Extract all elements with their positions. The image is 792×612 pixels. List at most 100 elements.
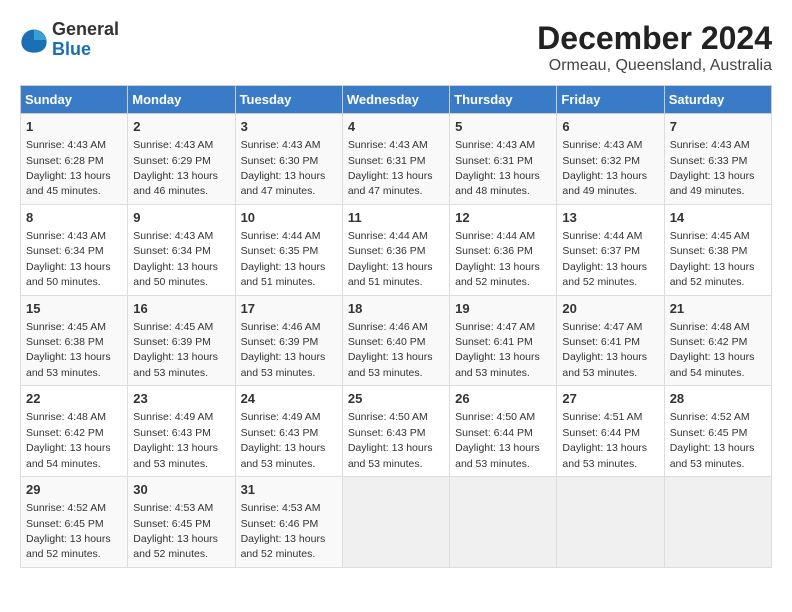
daylight-text: Daylight: 13 hours and 50 minutes. bbox=[133, 261, 218, 288]
sunset-text: Sunset: 6:29 PM bbox=[133, 155, 211, 167]
sunrise-text: Sunrise: 4:48 AM bbox=[670, 321, 750, 333]
day-number: 27 bbox=[562, 390, 658, 408]
sunset-text: Sunset: 6:34 PM bbox=[133, 245, 211, 257]
sunset-text: Sunset: 6:41 PM bbox=[455, 336, 533, 348]
sunset-text: Sunset: 6:43 PM bbox=[241, 427, 319, 439]
table-row: 17 Sunrise: 4:46 AM Sunset: 6:39 PM Dayl… bbox=[235, 295, 342, 386]
sunset-text: Sunset: 6:43 PM bbox=[348, 427, 426, 439]
daylight-text: Daylight: 13 hours and 54 minutes. bbox=[26, 442, 111, 469]
daylight-text: Daylight: 13 hours and 51 minutes. bbox=[348, 261, 433, 288]
sunset-text: Sunset: 6:36 PM bbox=[455, 245, 533, 257]
sunrise-text: Sunrise: 4:43 AM bbox=[241, 139, 321, 151]
day-number: 20 bbox=[562, 300, 658, 318]
logo-text: General Blue bbox=[52, 20, 119, 60]
sunrise-text: Sunrise: 4:48 AM bbox=[26, 411, 106, 423]
sunrise-text: Sunrise: 4:43 AM bbox=[26, 230, 106, 242]
table-row: 14 Sunrise: 4:45 AM Sunset: 6:38 PM Dayl… bbox=[664, 204, 771, 295]
day-number: 18 bbox=[348, 300, 444, 318]
sunset-text: Sunset: 6:31 PM bbox=[455, 155, 533, 167]
sunrise-text: Sunrise: 4:50 AM bbox=[348, 411, 428, 423]
daylight-text: Daylight: 13 hours and 53 minutes. bbox=[562, 351, 647, 378]
sunset-text: Sunset: 6:39 PM bbox=[241, 336, 319, 348]
sunset-text: Sunset: 6:28 PM bbox=[26, 155, 104, 167]
day-number: 28 bbox=[670, 390, 766, 408]
table-row: 30 Sunrise: 4:53 AM Sunset: 6:45 PM Dayl… bbox=[128, 477, 235, 568]
col-wednesday: Wednesday bbox=[342, 86, 449, 114]
calendar-row: 29 Sunrise: 4:52 AM Sunset: 6:45 PM Dayl… bbox=[21, 477, 772, 568]
sunset-text: Sunset: 6:37 PM bbox=[562, 245, 640, 257]
table-row: 23 Sunrise: 4:49 AM Sunset: 6:43 PM Dayl… bbox=[128, 386, 235, 477]
sunrise-text: Sunrise: 4:43 AM bbox=[133, 230, 213, 242]
daylight-text: Daylight: 13 hours and 53 minutes. bbox=[241, 351, 326, 378]
day-number: 21 bbox=[670, 300, 766, 318]
daylight-text: Daylight: 13 hours and 54 minutes. bbox=[670, 351, 755, 378]
table-row: 5 Sunrise: 4:43 AM Sunset: 6:31 PM Dayli… bbox=[450, 114, 557, 205]
daylight-text: Daylight: 13 hours and 52 minutes. bbox=[562, 261, 647, 288]
daylight-text: Daylight: 13 hours and 49 minutes. bbox=[562, 170, 647, 197]
daylight-text: Daylight: 13 hours and 52 minutes. bbox=[670, 261, 755, 288]
daylight-text: Daylight: 13 hours and 50 minutes. bbox=[26, 261, 111, 288]
sunrise-text: Sunrise: 4:52 AM bbox=[26, 502, 106, 514]
sunset-text: Sunset: 6:41 PM bbox=[562, 336, 640, 348]
daylight-text: Daylight: 13 hours and 53 minutes. bbox=[241, 442, 326, 469]
sunrise-text: Sunrise: 4:43 AM bbox=[670, 139, 750, 151]
day-number: 25 bbox=[348, 390, 444, 408]
day-number: 8 bbox=[26, 209, 122, 227]
table-row: 31 Sunrise: 4:53 AM Sunset: 6:46 PM Dayl… bbox=[235, 477, 342, 568]
table-row: 10 Sunrise: 4:44 AM Sunset: 6:35 PM Dayl… bbox=[235, 204, 342, 295]
calendar-row: 15 Sunrise: 4:45 AM Sunset: 6:38 PM Dayl… bbox=[21, 295, 772, 386]
sunrise-text: Sunrise: 4:46 AM bbox=[348, 321, 428, 333]
day-number: 26 bbox=[455, 390, 551, 408]
table-row: 11 Sunrise: 4:44 AM Sunset: 6:36 PM Dayl… bbox=[342, 204, 449, 295]
table-row: 18 Sunrise: 4:46 AM Sunset: 6:40 PM Dayl… bbox=[342, 295, 449, 386]
day-number: 9 bbox=[133, 209, 229, 227]
sunset-text: Sunset: 6:45 PM bbox=[133, 518, 211, 530]
daylight-text: Daylight: 13 hours and 53 minutes. bbox=[133, 351, 218, 378]
table-row: 3 Sunrise: 4:43 AM Sunset: 6:30 PM Dayli… bbox=[235, 114, 342, 205]
sunrise-text: Sunrise: 4:52 AM bbox=[670, 411, 750, 423]
sunrise-text: Sunrise: 4:44 AM bbox=[562, 230, 642, 242]
table-row bbox=[557, 477, 664, 568]
table-row: 27 Sunrise: 4:51 AM Sunset: 6:44 PM Dayl… bbox=[557, 386, 664, 477]
sunrise-text: Sunrise: 4:43 AM bbox=[348, 139, 428, 151]
sunrise-text: Sunrise: 4:53 AM bbox=[133, 502, 213, 514]
table-row bbox=[450, 477, 557, 568]
sunset-text: Sunset: 6:30 PM bbox=[241, 155, 319, 167]
sunrise-text: Sunrise: 4:44 AM bbox=[241, 230, 321, 242]
day-number: 17 bbox=[241, 300, 337, 318]
daylight-text: Daylight: 13 hours and 46 minutes. bbox=[133, 170, 218, 197]
daylight-text: Daylight: 13 hours and 53 minutes. bbox=[562, 442, 647, 469]
day-number: 1 bbox=[26, 118, 122, 136]
table-row: 15 Sunrise: 4:45 AM Sunset: 6:38 PM Dayl… bbox=[21, 295, 128, 386]
day-number: 10 bbox=[241, 209, 337, 227]
logo-blue: Blue bbox=[52, 40, 119, 60]
sunrise-text: Sunrise: 4:45 AM bbox=[670, 230, 750, 242]
sunset-text: Sunset: 6:43 PM bbox=[133, 427, 211, 439]
sunset-text: Sunset: 6:46 PM bbox=[241, 518, 319, 530]
table-row: 9 Sunrise: 4:43 AM Sunset: 6:34 PM Dayli… bbox=[128, 204, 235, 295]
logo: General Blue bbox=[20, 20, 119, 60]
daylight-text: Daylight: 13 hours and 53 minutes. bbox=[26, 351, 111, 378]
daylight-text: Daylight: 13 hours and 52 minutes. bbox=[455, 261, 540, 288]
sunrise-text: Sunrise: 4:53 AM bbox=[241, 502, 321, 514]
table-row: 13 Sunrise: 4:44 AM Sunset: 6:37 PM Dayl… bbox=[557, 204, 664, 295]
table-row: 28 Sunrise: 4:52 AM Sunset: 6:45 PM Dayl… bbox=[664, 386, 771, 477]
table-row: 16 Sunrise: 4:45 AM Sunset: 6:39 PM Dayl… bbox=[128, 295, 235, 386]
table-row: 21 Sunrise: 4:48 AM Sunset: 6:42 PM Dayl… bbox=[664, 295, 771, 386]
day-number: 29 bbox=[26, 481, 122, 499]
calendar-row: 22 Sunrise: 4:48 AM Sunset: 6:42 PM Dayl… bbox=[21, 386, 772, 477]
daylight-text: Daylight: 13 hours and 49 minutes. bbox=[670, 170, 755, 197]
table-row: 7 Sunrise: 4:43 AM Sunset: 6:33 PM Dayli… bbox=[664, 114, 771, 205]
day-number: 23 bbox=[133, 390, 229, 408]
page-subtitle: Ormeau, Queensland, Australia bbox=[537, 57, 772, 75]
day-number: 24 bbox=[241, 390, 337, 408]
daylight-text: Daylight: 13 hours and 53 minutes. bbox=[455, 351, 540, 378]
day-number: 12 bbox=[455, 209, 551, 227]
col-monday: Monday bbox=[128, 86, 235, 114]
day-number: 16 bbox=[133, 300, 229, 318]
sunset-text: Sunset: 6:35 PM bbox=[241, 245, 319, 257]
day-number: 11 bbox=[348, 209, 444, 227]
sunrise-text: Sunrise: 4:44 AM bbox=[455, 230, 535, 242]
page-title: December 2024 bbox=[537, 20, 772, 57]
sunset-text: Sunset: 6:39 PM bbox=[133, 336, 211, 348]
